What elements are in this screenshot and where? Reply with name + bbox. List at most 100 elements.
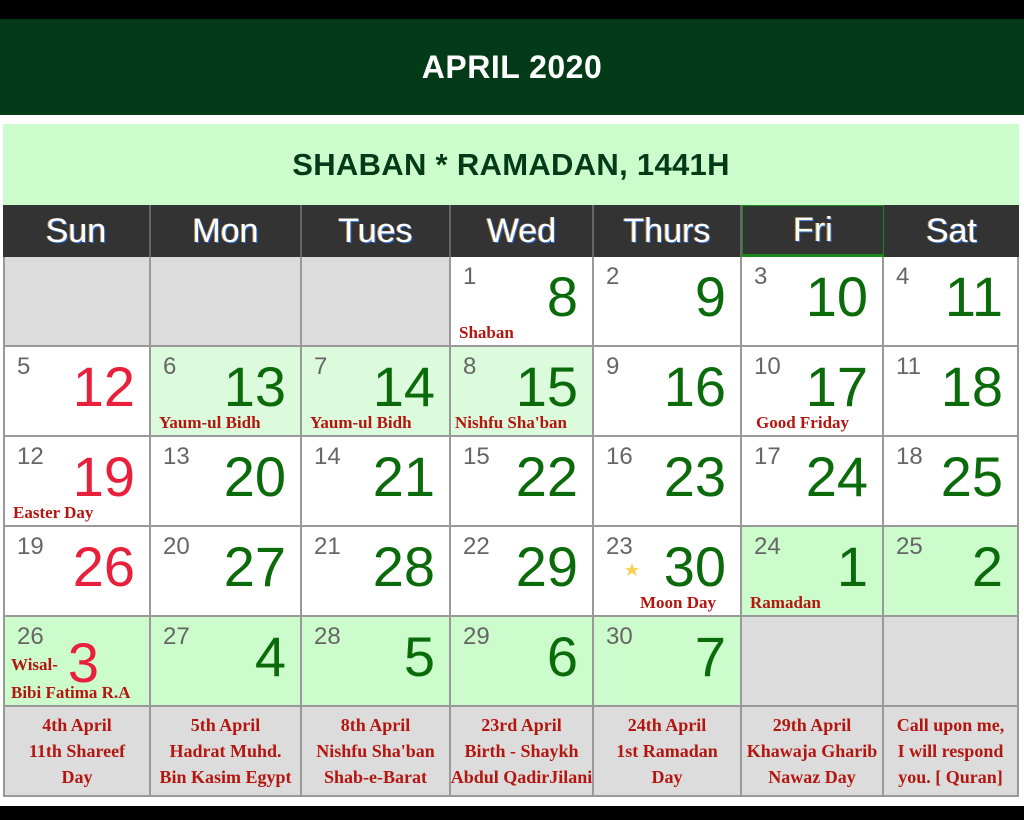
hijri-title-band: SHABAN * RAMADAN, 1441H — [3, 124, 1019, 205]
event-summary-line: Day — [61, 767, 93, 787]
event-summary-line: you. [ Quran] — [898, 767, 1003, 787]
hijri-date: 25 — [940, 445, 1003, 508]
day-cell[interactable]: 8 15 Nishfu Sha'ban — [451, 347, 594, 437]
event-summary-line: 29th April — [772, 715, 852, 735]
hijri-date: 2 — [971, 535, 1003, 598]
day-cell[interactable]: 26 3 Wisal- Bibi Fatima R.A — [3, 617, 151, 707]
day-cell[interactable]: 30 7 — [594, 617, 742, 707]
day-cell[interactable]: 27 4 — [151, 617, 302, 707]
day-cell[interactable]: 29 6 — [451, 617, 594, 707]
events-footer-row: 4th April 11th Shareef Day 5th April Hadrat … — [3, 707, 1019, 797]
day-cell[interactable]: 17 24 — [742, 437, 884, 527]
hijri-date: 9 — [694, 265, 726, 328]
hijri-date: 24 — [805, 445, 868, 508]
event-label: Wisal- — [11, 655, 58, 674]
event-summary-line: 11th Shareef — [28, 741, 126, 761]
gregorian-date: 24 — [754, 533, 781, 560]
event-label: Good Friday — [756, 413, 850, 432]
gregorian-date: 3 — [754, 263, 768, 290]
day-cell[interactable]: 18 25 — [884, 437, 1019, 527]
calendar-week-row: 1 8 Shaban 2 9 3 10 4 11 — [3, 257, 1019, 347]
event-summary-line: Nishfu Sha'ban — [316, 741, 435, 761]
empty-day-cell — [3, 257, 151, 347]
event-label: Bibi Fatima R.A — [11, 683, 131, 702]
day-cell[interactable]: 21 28 — [302, 527, 451, 617]
hijri-date: 13 — [223, 355, 286, 418]
day-cell[interactable]: 3 10 — [742, 257, 884, 347]
weekday-header-tues: Tues — [302, 205, 451, 257]
event-summary-cell: 24th April 1st Ramadan Day — [594, 707, 742, 797]
gregorian-date: 23 — [606, 533, 633, 560]
day-cell[interactable]: 22 29 — [451, 527, 594, 617]
day-cell[interactable]: 28 5 — [302, 617, 451, 707]
gregorian-date: 20 — [163, 533, 190, 560]
day-cell[interactable]: 16 23 — [594, 437, 742, 527]
gregorian-date: 17 — [754, 443, 781, 470]
bottom-border — [0, 806, 1024, 820]
hijri-date: 22 — [515, 445, 578, 508]
weekday-header-sat: Sat — [925, 211, 978, 250]
empty-day-cell — [302, 257, 451, 347]
event-summary-line: Call upon me, — [896, 715, 1005, 735]
event-summary-line: Nawaz Day — [768, 767, 856, 787]
day-cell[interactable]: 13 20 — [151, 437, 302, 527]
day-cell[interactable]: 4 11 — [884, 257, 1019, 347]
hijri-date: 23 — [663, 445, 726, 508]
gregorian-date: 4 — [896, 263, 910, 290]
day-cell[interactable]: 5 12 — [3, 347, 151, 437]
hijri-date: 30 — [663, 535, 726, 598]
hijri-date: 7 — [694, 625, 726, 688]
day-cell[interactable]: 25 2 — [884, 527, 1019, 617]
gregorian-date: 6 — [163, 353, 177, 380]
event-summary-line: 8th April — [340, 715, 411, 735]
day-cell[interactable]: 12 19 Easter Day — [3, 437, 151, 527]
hijri-date: 6 — [546, 625, 578, 688]
day-cell[interactable]: 6 13 Yaum-ul Bidh — [151, 347, 302, 437]
day-cell[interactable]: 29 — [594, 257, 742, 347]
day-cell[interactable]: 14 21 — [302, 437, 451, 527]
event-summary-cell: 29th April Khawaja Gharib Nawaz Day — [742, 707, 884, 797]
hijri-date: 17 — [805, 355, 868, 418]
event-label: Nishfu Sha'ban — [455, 413, 567, 432]
hijri-date: 8 — [546, 265, 578, 328]
day-cell[interactable]: 19 26 — [3, 527, 151, 617]
calendar-week-row: 26 3 Wisal- Bibi Fatima R.A 27 4 28 5 29 6 30 7 — [3, 617, 1019, 707]
hijri-date: 27 — [223, 535, 286, 598]
event-summary-line: 23rd April — [481, 715, 562, 735]
gregorian-date: 5 — [17, 353, 31, 380]
day-cell[interactable]: 11 18 — [884, 347, 1019, 437]
gregorian-date: 14 — [314, 443, 341, 470]
gregorian-date: 28 — [314, 623, 341, 650]
event-summary-line: 24th April — [627, 715, 707, 735]
gregorian-date: 16 — [606, 443, 633, 470]
gregorian-date: 25 — [896, 533, 923, 560]
gregorian-date: 2 — [606, 263, 620, 290]
event-summary-cell: 23rd April Birth - Shaykh Abdul QadirJilan… — [451, 707, 594, 797]
event-label: Ramadan — [750, 593, 821, 612]
day-cell[interactable]: 9 16 — [594, 347, 742, 437]
gregorian-date: 22 — [463, 533, 490, 560]
empty-day-cell — [884, 617, 1019, 707]
month-title-band: APRIL 2020 — [0, 19, 1024, 115]
hijri-date: 10 — [805, 265, 868, 328]
day-cell[interactable]: 24 1 Ramadan — [742, 527, 884, 617]
day-cell[interactable]: 7 14 Yaum-ul Bidh — [302, 347, 451, 437]
calendar-grid: Sun Mon Tues Wed Thurs Fri Sat 1 8 Shaban 2 9 3 10 4 1… — [3, 205, 1019, 797]
day-cell[interactable]: 20 27 — [151, 527, 302, 617]
event-label: Easter Day — [13, 503, 94, 522]
day-cell[interactable]: 23 30 Moon Day — [594, 527, 742, 617]
day-cell[interactable]: 15 22 — [451, 437, 594, 527]
event-summary-line: 5th April — [190, 715, 261, 735]
gregorian-date: 9 — [606, 353, 620, 380]
gregorian-date: 19 — [17, 533, 44, 560]
gregorian-date: 8 — [463, 353, 477, 380]
gregorian-date: 29 — [463, 623, 490, 650]
gregorian-date: 18 — [896, 443, 923, 470]
gregorian-date: 10 — [754, 353, 781, 380]
gregorian-date: 15 — [463, 443, 490, 470]
day-cell[interactable]: 10 17 Good Friday — [742, 347, 884, 437]
weekday-header-fri: Fri — [742, 205, 884, 257]
empty-day-cell — [151, 257, 302, 347]
day-cell[interactable]: 1 8 Shaban — [451, 257, 594, 347]
hijri-date: 15 — [515, 355, 578, 418]
